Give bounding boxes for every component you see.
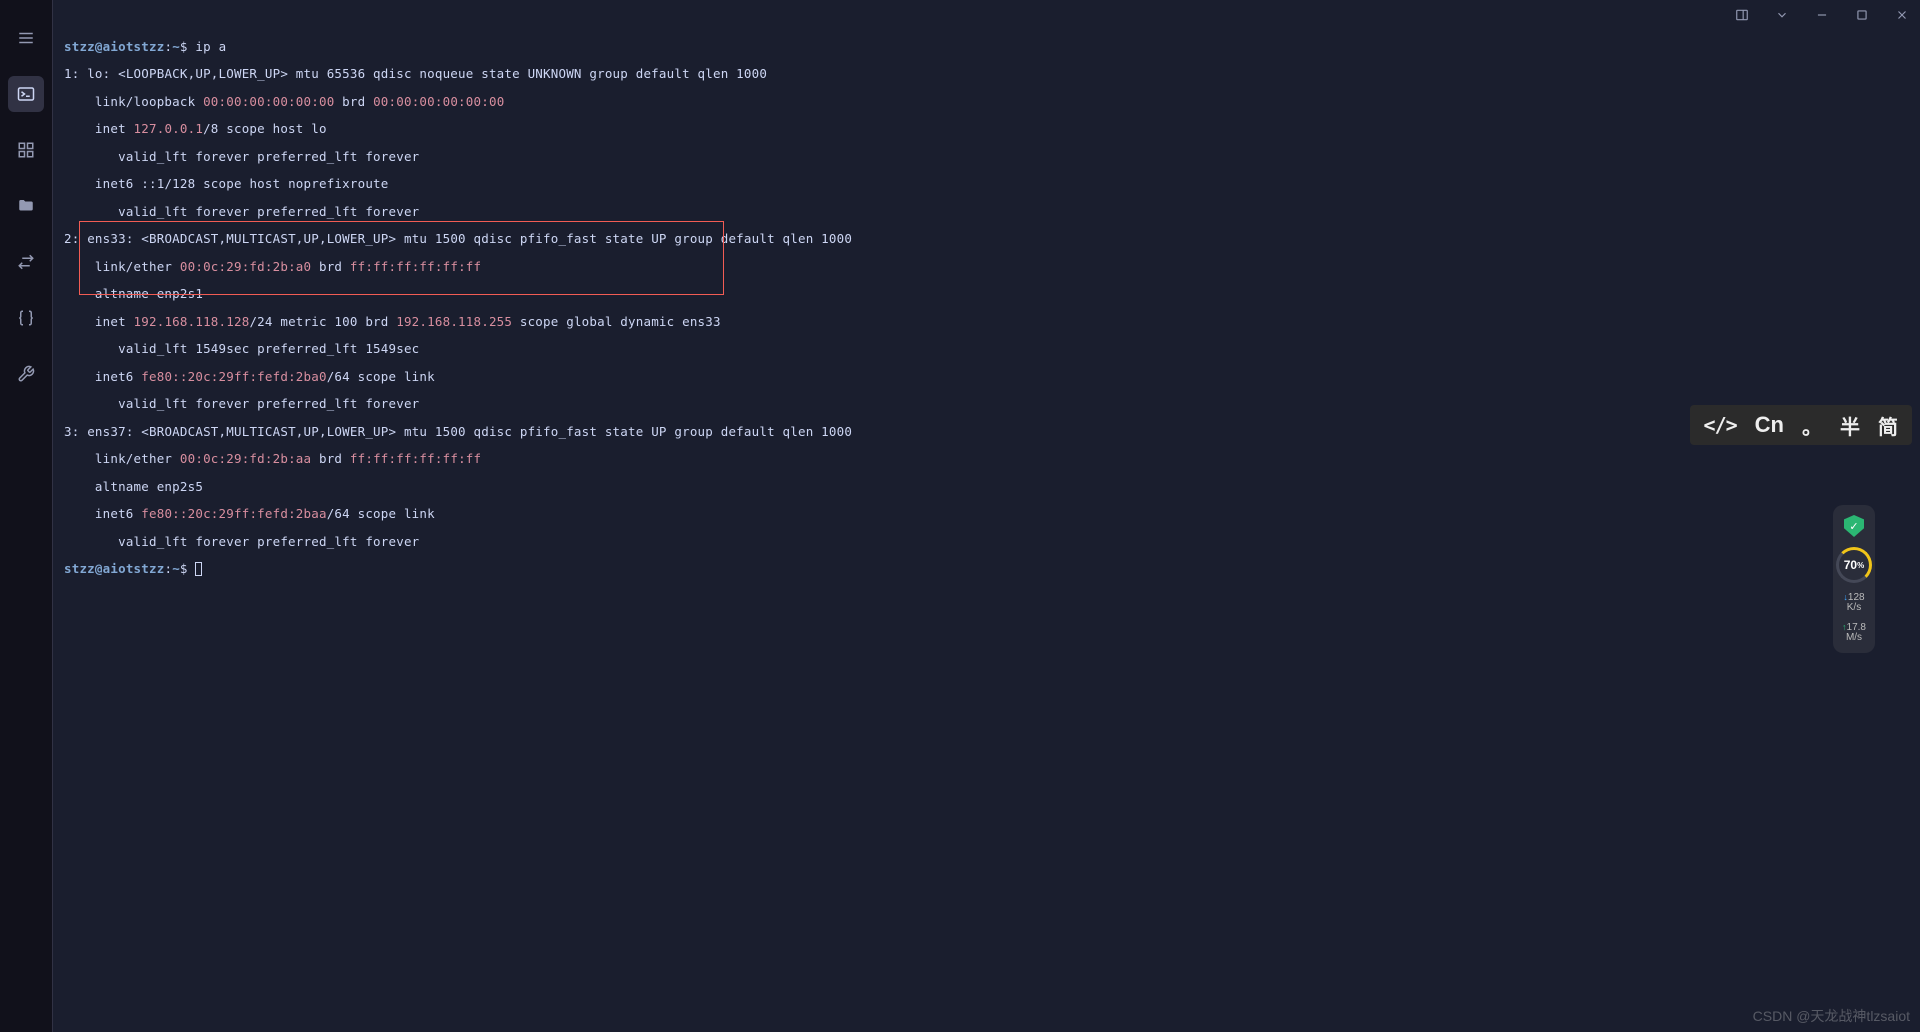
maximize-icon — [1855, 8, 1869, 22]
ime-indicator[interactable]: </> Cn 。 半 简 — [1690, 405, 1912, 445]
chevron-down-icon — [1775, 8, 1789, 22]
output-line: valid_lft 1549sec preferred_lft 1549sec — [64, 342, 1900, 356]
close-icon — [1895, 8, 1909, 22]
mac-address: ff:ff:ff:ff:ff:ff — [350, 451, 481, 466]
sidebar-settings-button[interactable] — [8, 356, 44, 392]
output-line: valid_lft forever preferred_lft forever — [64, 150, 1900, 164]
output-line: altname enp2s1 — [64, 287, 1900, 301]
layout-button[interactable] — [1730, 3, 1754, 27]
output-line: link/ether 00:0c:29:fd:2b:aa brd ff:ff:f… — [64, 452, 1900, 466]
watermark: CSDN @天龙战神tlzsaiot — [1753, 1006, 1910, 1026]
sidebar-braces-button[interactable] — [8, 300, 44, 336]
maximize-button[interactable] — [1850, 3, 1874, 27]
upload-speed: ↑17.8M/s — [1842, 623, 1866, 643]
mac-address: 00:00:00:00:00:00 — [203, 94, 334, 109]
output-line: inet6 fe80::20c:29ff:fefd:2ba0/64 scope … — [64, 370, 1900, 384]
cursor — [195, 562, 202, 576]
dropdown-button[interactable] — [1770, 3, 1794, 27]
output-line: valid_lft forever preferred_lft forever — [64, 535, 1900, 549]
layout-icon — [1735, 8, 1749, 22]
folder-icon — [17, 197, 35, 215]
mac-address: 00:0c:29:fd:2b:aa — [180, 451, 311, 466]
ime-simplified[interactable]: 简 — [1878, 411, 1898, 440]
system-monitor-widget[interactable]: ✓ 70% ↓128K/s ↑17.8M/s — [1833, 505, 1875, 653]
menu-icon — [17, 29, 35, 47]
ime-language[interactable]: Cn — [1755, 412, 1784, 438]
terminal-output[interactable]: stzz@aiotstzz:~$ ip a 1: lo: <LOOPBACK,U… — [64, 26, 1900, 590]
activity-bar — [0, 0, 53, 1032]
mac-address: 00:00:00:00:00:00 — [373, 94, 504, 109]
output-line: valid_lft forever preferred_lft forever — [64, 205, 1900, 219]
sidebar-transfer-button[interactable] — [8, 244, 44, 280]
ime-width-mode[interactable]: 半 — [1840, 411, 1860, 440]
ipv6-address: fe80::20c:29ff:fefd:2baa — [141, 506, 326, 521]
command-text: ip a — [195, 39, 226, 54]
prompt-line: stzz@aiotstzz:~$ ip a — [64, 40, 1900, 54]
output-line: 2: ens33: <BROADCAST,MULTICAST,UP,LOWER_… — [64, 232, 1900, 246]
mac-address: 00:0c:29:fd:2b:a0 — [180, 259, 311, 274]
output-line: link/loopback 00:00:00:00:00:00 brd 00:0… — [64, 95, 1900, 109]
download-speed: ↓128K/s — [1843, 593, 1864, 613]
output-line: valid_lft forever preferred_lft forever — [64, 397, 1900, 411]
transfer-icon — [17, 253, 35, 271]
output-line: altname enp2s5 — [64, 480, 1900, 494]
ime-code-icon[interactable]: </> — [1704, 413, 1737, 437]
ime-punctuation[interactable]: 。 — [1802, 411, 1822, 440]
output-line: inet 192.168.118.128/24 metric 100 brd 1… — [64, 315, 1900, 329]
minimize-icon — [1815, 8, 1829, 22]
sidebar-files-button[interactable] — [8, 188, 44, 224]
ip-address: 192.168.118.128 — [134, 314, 250, 329]
prompt-symbol: $ — [180, 39, 188, 54]
ip-address: 192.168.118.255 — [396, 314, 512, 329]
output-line: inet 127.0.0.1/8 scope host lo — [64, 122, 1900, 136]
ipv6-address: fe80::20c:29ff:fefd:2ba0 — [141, 369, 326, 384]
mac-address: ff:ff:ff:ff:ff:ff — [350, 259, 481, 274]
sidebar-grid-button[interactable] — [8, 132, 44, 168]
output-line: link/ether 00:0c:29:fd:2b:a0 brd ff:ff:f… — [64, 260, 1900, 274]
output-line: 1: lo: <LOOPBACK,UP,LOWER_UP> mtu 65536 … — [64, 67, 1900, 81]
tool-icon — [17, 365, 35, 383]
sidebar-menu-button[interactable] — [8, 20, 44, 56]
cpu-ring[interactable]: 70% — [1836, 547, 1872, 583]
shield-icon[interactable]: ✓ — [1844, 515, 1864, 537]
prompt-host: aiotstzz — [103, 39, 165, 54]
prompt-line: stzz@aiotstzz:~$ — [64, 562, 1900, 576]
ip-address: 127.0.0.1 — [134, 121, 204, 136]
terminal-icon — [17, 85, 35, 103]
output-line: 3: ens37: <BROADCAST,MULTICAST,UP,LOWER_… — [64, 425, 1900, 439]
grid-icon — [17, 141, 35, 159]
close-button[interactable] — [1890, 3, 1914, 27]
prompt-path: ~ — [172, 39, 180, 54]
minimize-button[interactable] — [1810, 3, 1834, 27]
sidebar-terminal-button[interactable] — [8, 76, 44, 112]
prompt-user: stzz — [64, 39, 95, 54]
output-line: inet6 ::1/128 scope host noprefixroute — [64, 177, 1900, 191]
output-line: inet6 fe80::20c:29ff:fefd:2baa/64 scope … — [64, 507, 1900, 521]
braces-icon — [17, 309, 35, 327]
